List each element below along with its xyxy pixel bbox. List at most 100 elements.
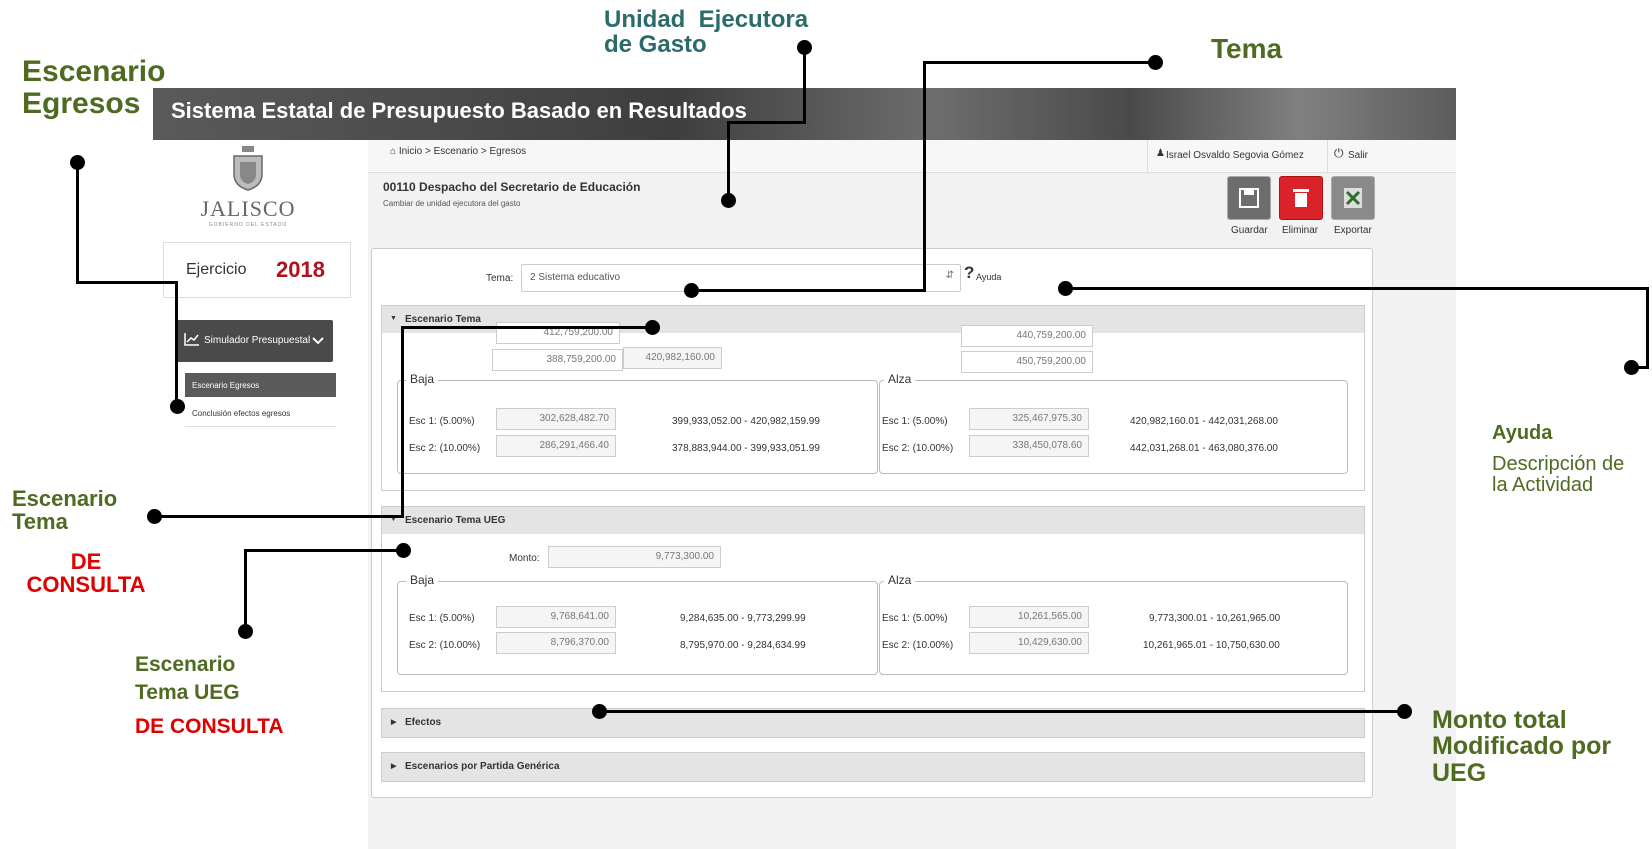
sidebar-item-conclusion[interactable]: Conclusión efectos egresos [185,402,336,427]
connector-dot [70,155,85,170]
row-label: Esc 1: (5.00%) [882,613,948,624]
tema-mid-right2: 450,759,200.00 [961,351,1093,373]
row-range: 8,795,970.00 - 9,284,634.99 [680,640,806,651]
excel-icon [1344,188,1362,208]
select-arrows-icon: ⇵ [945,270,954,281]
caret-right-icon: ▶ [391,719,397,726]
user-menu[interactable]: ♟ Israel Osvaldo Segovia Gómez [1147,140,1328,172]
row-value: 10,261,565.00 [969,606,1089,628]
row-range: 9,284,635.00 - 9,773,299.99 [680,613,806,624]
section-title: Efectos [405,717,442,728]
escenario-tema-ueg-body: Monto: 9,773,300.00 Baja Esc 1: (5.00%) … [381,534,1365,692]
connector-dot [1397,704,1412,719]
row-label: Esc 1: (5.00%) [409,416,475,427]
annotation-line: Escenario [135,653,236,676]
unit-subtitle[interactable]: Cambiar de unidad ejecutora del gasto [383,199,520,208]
breadcrumb-home[interactable]: Inicio [399,146,422,157]
alza-legend: Alza [884,573,916,587]
ejercicio-box: Ejercicio 2018 [163,242,351,298]
row-label: Esc 1: (5.00%) [409,613,475,624]
export-button[interactable] [1331,176,1375,220]
connector-dot [592,704,607,719]
logout-label: Salir [1348,150,1369,161]
help-label[interactable]: Ayuda [976,272,1001,282]
connector-dot [147,509,162,524]
breadcrumb: ⌂ Inicio > Escenario > Egresos [390,146,526,157]
annotation-line: Tema UEG [135,681,240,705]
row-value: 302,628,482.70 [496,408,616,430]
row-range: 10,261,965.01 - 10,750,630.00 [1143,640,1280,651]
caret-right-icon: ▶ [391,763,397,770]
ueg-baja-fieldset: Baja Esc 1: (5.00%) 9,768,641.00 9,284,6… [397,573,878,675]
user-icon: ♟ [1156,148,1165,159]
delete-button[interactable] [1279,176,1323,220]
annotation-line: UEG [1432,758,1487,787]
caret-down-icon: ▼ [390,315,397,322]
help-icon[interactable]: ? [964,263,974,283]
app-title: Sistema Estatal de Presupuesto Basado en… [171,98,747,123]
tema-baja-fieldset: Baja Esc 1: (5.00%) 302,628,482.70 399,9… [397,372,878,474]
tema-mid-left: 388,759,200.00 [492,349,623,371]
connector-dot [1058,281,1073,296]
form-panel: Tema: 2 Sistema educativo ⇵ ? Ayuda ▼ Es… [371,248,1373,798]
logo-subtitle: GOBIERNO DEL ESTADO [208,222,288,228]
escenario-tema-ueg-header[interactable]: ▼ Escenario Tema UEG [381,506,1365,536]
annotation-line: Unidad Ejecutora [604,6,809,33]
annotation-tema: Tema [1211,33,1283,64]
row-range: 399,933,052.00 - 420,982,159.99 [672,416,820,427]
logout-button[interactable]: ⏻ Salir [1327,140,1374,172]
annotation-de-consulta-1: DE CONSULTA [20,550,152,596]
monto-value: 9,773,300.00 [548,546,721,568]
sidebar: JALISCO GOBIERNO DEL ESTADO Ejercicio 20… [153,140,369,849]
row-value: 338,450,078.60 [969,435,1089,457]
row-value: 325,467,975.30 [969,408,1089,430]
connector-dot [1148,55,1163,70]
connector-dot [645,320,660,335]
annotation-line: Descripción de [1492,453,1625,475]
annotation-de-consulta-2: DE CONSULTA [135,715,284,738]
home-icon: ⌂ [390,146,397,157]
ejercicio-year: 2018 [276,257,325,282]
top-bar: ⌂ Inicio > Escenario > Egresos ♟ Israel … [368,140,1456,173]
simulador-menu[interactable]: Simulador Presupuestal [176,320,333,362]
annotation-line: Modificado por [1432,732,1612,761]
row-value: 8,796,370.00 [496,632,616,654]
annotation-ayuda-desc: Descripción de la Actividad [1492,454,1624,496]
tema-top-right: 440,759,200.00 [961,325,1093,347]
connector-dot [721,193,736,208]
row-range: 420,982,160.01 - 442,031,268.00 [1130,416,1278,427]
connector-dot [396,543,411,558]
escenario-tema-body: 412,759,200.00 388,759,200.00 420,982,16… [381,322,1365,491]
baja-legend: Baja [406,372,439,386]
row-range: 378,883,944.00 - 399,933,051.99 [672,443,820,454]
user-name: Israel Osvaldo Segovia Gómez [1166,150,1304,161]
tema-select[interactable]: 2 Sistema educativo ⇵ [521,264,961,292]
simulador-label: Simulador Presupuestal [204,335,311,346]
row-label: Esc 2: (10.00%) [409,443,481,454]
main-content: ⌂ Inicio > Escenario > Egresos ♟ Israel … [368,140,1456,849]
chart-icon [184,333,199,346]
power-icon: ⏻ [1334,146,1344,160]
annotation-line: Egresos [22,86,141,120]
sidebar-item-label: Conclusión efectos egresos [192,409,291,418]
breadcrumb-level2[interactable]: > Escenario > [425,146,487,157]
row-label: Esc 2: (10.00%) [882,640,954,651]
connector-dot [170,399,185,414]
chevron-down-icon [312,337,324,345]
save-icon [1239,188,1259,208]
coat-of-arms-icon [233,146,263,191]
save-button[interactable] [1227,176,1271,220]
annotation-line: la Actividad [1492,474,1594,496]
monto-label: Monto: [509,553,540,564]
annotation-ayuda: Ayuda [1492,422,1553,444]
connector-dot [238,624,253,639]
jalisco-logo: JALISCO GOBIERNO DEL ESTADO [183,144,313,236]
sidebar-item-label: Escenario Egresos [192,381,260,390]
annotation-line: Tema [12,509,68,535]
row-value: 286,291,466.40 [496,435,616,457]
sidebar-item-escenario-egresos[interactable]: Escenario Egresos [185,373,336,397]
connector-dot [684,283,699,298]
annotation-monto-total: Monto total Modificado por UEG [1432,707,1611,786]
tema-mid-right: 420,982,160.00 [623,347,722,369]
partida-header[interactable]: ▶ Escenarios por Partida Genérica [381,752,1365,782]
